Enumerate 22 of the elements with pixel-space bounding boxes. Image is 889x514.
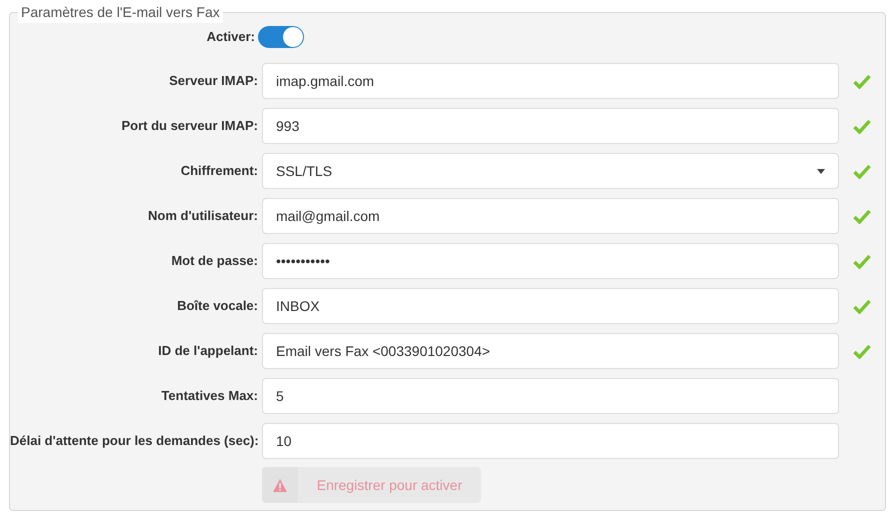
field-label: Nom d'utilisateur:: [147, 207, 258, 226]
field-label: Mot de passe:: [170, 252, 258, 270]
field-label: Port du serveur IMAP:: [120, 117, 258, 136]
input-field[interactable]: 10: [262, 423, 839, 459]
input-field[interactable]: 5: [262, 378, 839, 414]
warning-icon: [273, 478, 287, 492]
input-field[interactable]: 993: [262, 108, 839, 144]
select-field[interactable]: SSL/TLS: [262, 153, 839, 189]
field-label: Délai d'attente pour les demandes (sec):: [10, 432, 258, 450]
input-field[interactable]: mail@gmail.com: [262, 198, 839, 234]
password-field[interactable]: •••••••••••: [262, 243, 839, 279]
field-label: Tentatives Max:: [160, 387, 258, 406]
dropdown-caret-icon: [817, 168, 825, 174]
input-field[interactable]: INBOX: [262, 288, 839, 324]
enable-toggle[interactable]: [258, 26, 304, 48]
field-label: Boîte vocale:: [176, 297, 258, 316]
input-field[interactable]: Email vers Fax <0033901020304>: [262, 333, 839, 369]
field-label: Chiffrement:: [180, 162, 258, 180]
field-label: Activer:: [206, 28, 256, 46]
field-label: ID de l'appelant:: [157, 342, 258, 360]
input-field[interactable]: imap.gmail.com: [262, 63, 839, 99]
field-label: Serveur IMAP:: [168, 72, 258, 90]
